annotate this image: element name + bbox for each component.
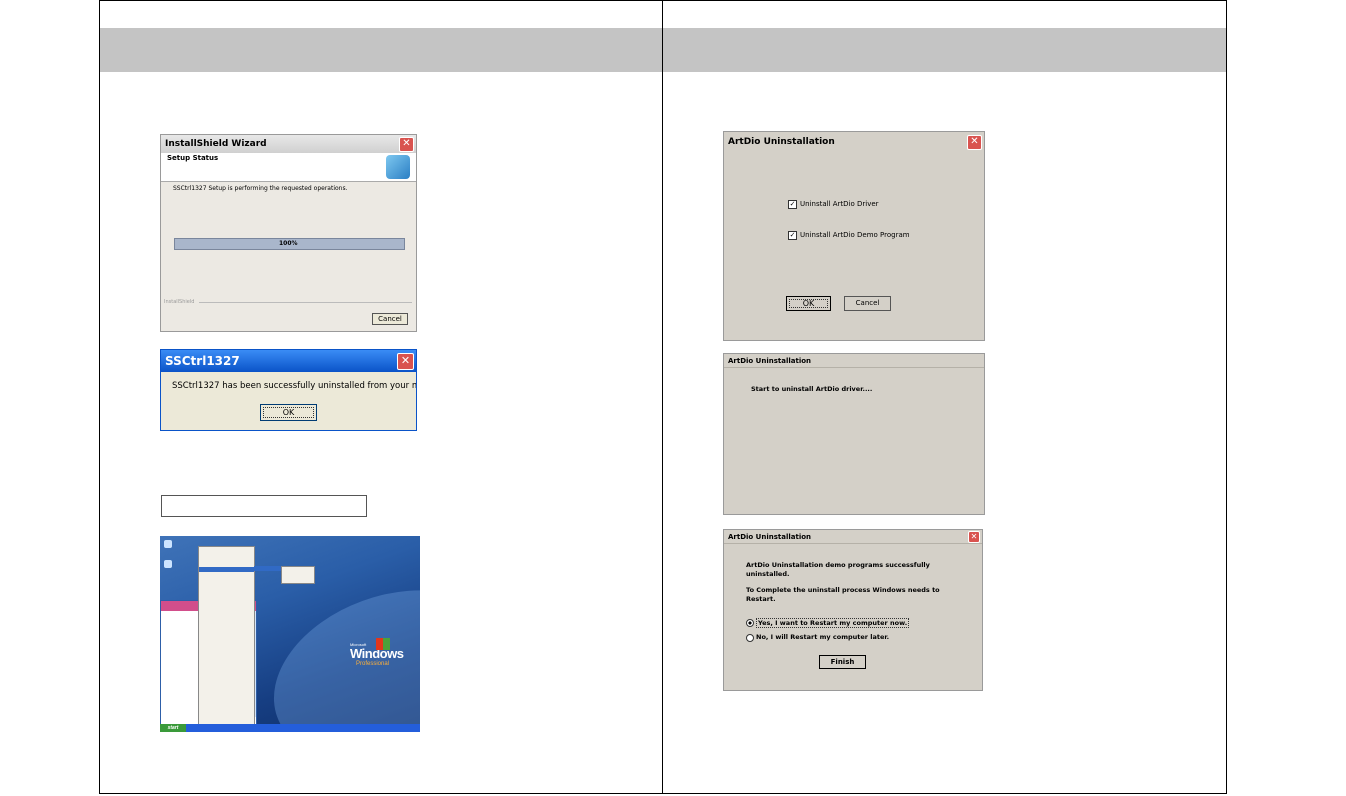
installshield-title: InstallShield Wizard	[165, 139, 267, 149]
artdio-options-dialog: ArtDio Uninstallation ✕ ✓ Uninstall ArtD…	[723, 131, 985, 341]
right-page: ArtDio Uninstallation ✕ ✓ Uninstall ArtD…	[662, 0, 1227, 794]
ssctrl-dialog: SSCtrl1327 ✕ SSCtrl1327 has been success…	[160, 349, 417, 431]
left-page: InstallShield Wizard ✕ Setup Status SSCt…	[99, 0, 664, 794]
installer-computer-icon	[386, 155, 410, 179]
artdio-finish-title: ArtDio Uninstallation	[728, 532, 812, 541]
demo-checkbox-label: Uninstall ArtDio Demo Program	[800, 231, 910, 239]
finish-line-1: ArtDio Uninstallation demo programs succ…	[746, 561, 930, 569]
driver-checkbox[interactable]: ✓	[788, 200, 797, 209]
desktop-icon-computer	[164, 560, 172, 568]
close-icon[interactable]: ✕	[967, 135, 982, 150]
installshield-message: SSCtrl1327 Setup is performing the reque…	[173, 185, 348, 192]
artdio-submenu	[254, 566, 282, 571]
close-icon[interactable]: ✕	[397, 353, 414, 370]
ssctrl-titlebar: SSCtrl1327	[161, 350, 416, 372]
start-button[interactable]: start	[160, 724, 186, 732]
installshield-titlebar: InstallShield Wizard	[161, 135, 416, 153]
finish-line-4: Restart.	[746, 595, 776, 603]
left-header-bar	[100, 28, 663, 72]
artdio-options-title: ArtDio Uninstallation	[728, 137, 835, 147]
artdio-options-titlebar: ArtDio Uninstallation	[724, 132, 984, 152]
windows-logo: Microsoft Windows Professional	[350, 638, 404, 667]
blank-input-field[interactable]	[161, 495, 367, 517]
restart-later-radio[interactable]	[746, 634, 754, 642]
artdio-finish-titlebar: ArtDio Uninstallation	[724, 530, 982, 544]
taskbar	[160, 724, 420, 732]
installshield-brand: InstallShield	[164, 299, 195, 305]
programs-menu-highlight	[199, 567, 254, 572]
restart-now-label: Yes, I want to Restart my computer now.	[756, 618, 910, 628]
restart-later-label: No, I will Restart my computer later.	[756, 633, 890, 641]
artdio-progress-title: ArtDio Uninstallation	[728, 356, 812, 365]
windows-flag-icon	[376, 638, 390, 650]
ok-button[interactable]: OK	[260, 404, 317, 421]
installshield-dialog: InstallShield Wizard ✕ Setup Status SSCt…	[160, 134, 417, 332]
artdio-submenu-items	[281, 566, 315, 584]
desktop-icon-recycle	[164, 540, 172, 548]
desktop-screenshot: Microsoft Windows Professional start	[160, 536, 420, 732]
ssctrl-message: SSCtrl1327 has been successfully uninsta…	[172, 381, 416, 391]
windows-prefix: Microsoft	[350, 642, 367, 647]
artdio-finish-dialog: ArtDio Uninstallation ✕ ArtDio Uninstall…	[723, 529, 983, 691]
progress-label: 100%	[279, 240, 298, 247]
finish-line-2: uninstalled.	[746, 570, 790, 578]
artdio-progress-dialog: ArtDio Uninstallation Start to uninstall…	[723, 353, 985, 515]
right-header-bar	[663, 28, 1226, 72]
close-icon[interactable]: ✕	[968, 531, 980, 543]
restart-now-radio[interactable]	[746, 619, 754, 627]
driver-checkbox-label: Uninstall ArtDio Driver	[800, 200, 879, 208]
finish-line-3: To Complete the uninstall process Window…	[746, 586, 940, 594]
demo-checkbox[interactable]: ✓	[788, 231, 797, 240]
cancel-button[interactable]: Cancel	[372, 313, 408, 325]
artdio-progress-message: Start to uninstall ArtDio driver....	[751, 385, 873, 393]
finish-button[interactable]: Finish	[819, 655, 866, 669]
divider	[199, 302, 412, 303]
cancel-button[interactable]: Cancel	[844, 296, 891, 311]
programs-menu	[198, 546, 255, 726]
artdio-progress-titlebar: ArtDio Uninstallation	[724, 354, 984, 368]
ssctrl-title: SSCtrl1327	[165, 354, 240, 368]
ok-button[interactable]: OK	[786, 296, 831, 311]
windows-edition: Professional	[356, 661, 390, 667]
close-icon[interactable]: ✕	[399, 137, 414, 152]
installshield-header: Setup Status	[167, 154, 219, 162]
